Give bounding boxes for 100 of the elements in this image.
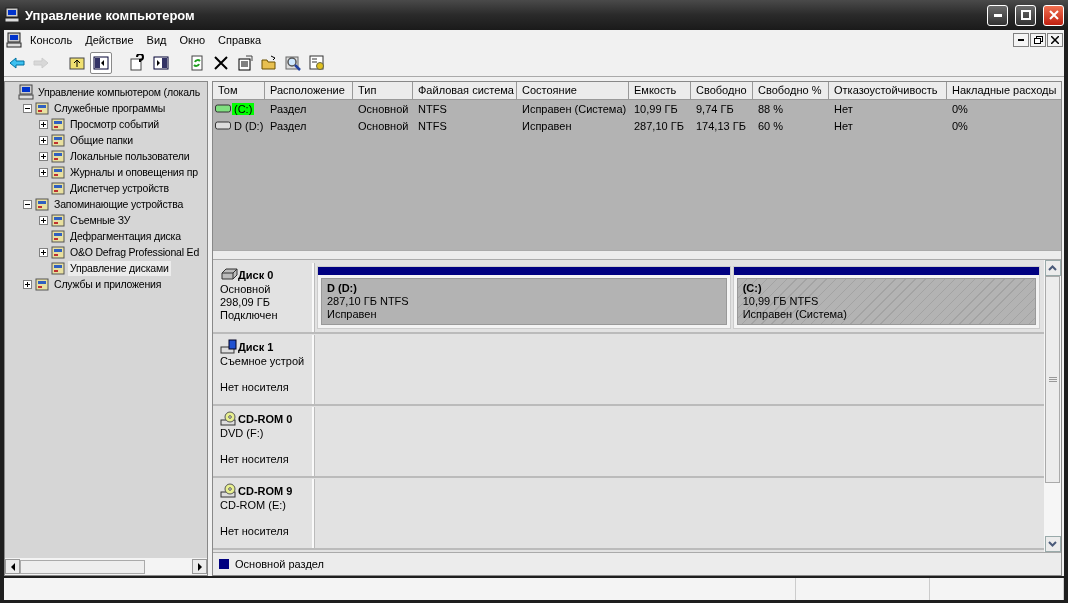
disk-status: Нет носителя [220, 525, 290, 538]
column-header[interactable]: Файловая система [413, 82, 517, 99]
minimize-icon [1018, 39, 1024, 41]
node-icon [34, 196, 50, 212]
column-header[interactable]: Том [213, 82, 265, 99]
cd-drive-icon [220, 411, 238, 427]
tree-pane-icon[interactable] [90, 52, 112, 74]
table-cell: Нет [834, 119, 853, 132]
disk-name: Диск 1 [238, 341, 274, 353]
expand-icon[interactable] [39, 135, 48, 145]
disk-name: Диск 0 [238, 269, 274, 281]
table-cell: NTFS [418, 119, 447, 132]
table-cell: Основной [358, 102, 409, 115]
expand-icon[interactable] [23, 279, 32, 289]
expand-icon[interactable] [39, 167, 48, 177]
collapse-icon[interactable] [23, 103, 32, 113]
node-icon [50, 164, 66, 180]
tree-item[interactable]: Службы и приложения [52, 276, 164, 292]
node-icon [34, 100, 50, 116]
menu-item[interactable]: Окно [175, 34, 215, 46]
column-header[interactable]: Тип [353, 82, 413, 99]
menu-item[interactable]: Вид [142, 34, 176, 46]
computer-icon [4, 7, 20, 23]
expand-icon[interactable] [39, 215, 48, 225]
maximize-icon [1020, 10, 1031, 20]
tree-item[interactable]: Управление дисками [68, 260, 171, 276]
node-icon [50, 132, 66, 148]
node-icon [50, 148, 66, 164]
close-button[interactable] [1047, 33, 1063, 47]
tree-item[interactable]: Локальные пользователи [68, 148, 192, 164]
table-cell: 9,74 ГБ [696, 102, 734, 115]
column-header[interactable]: Накладные расходы [947, 82, 1061, 99]
table-cell: Раздел [270, 119, 307, 132]
node-icon [34, 276, 50, 292]
column-header[interactable]: Свободно [691, 82, 753, 99]
vertical-scrollbar[interactable] [1044, 260, 1061, 552]
menu-item[interactable]: Действие [81, 34, 143, 46]
menu-item[interactable]: Консоль [26, 34, 82, 46]
tree-item[interactable]: Служебные программы [52, 100, 167, 116]
partition-block[interactable]: (C:) 10,99 ГБ NTFS Исправен (Система) [732, 266, 1040, 329]
column-header[interactable]: Отказоустойчивость [829, 82, 947, 99]
tree-item[interactable]: Дефрагментация диска [68, 228, 183, 244]
table-cell: Основной [358, 119, 409, 132]
partition-size: 287,10 ГБ NTFS [327, 295, 410, 308]
table-cell: Раздел [270, 102, 307, 115]
column-header[interactable]: Свободно % [753, 82, 829, 99]
close-icon [1051, 36, 1059, 44]
tree-item[interactable]: Запоминающие устройства [52, 196, 186, 212]
node-icon [50, 260, 66, 276]
expand-icon[interactable] [39, 247, 48, 257]
right-arrow-icon [197, 562, 202, 571]
volume-name[interactable]: D (D:) [232, 119, 266, 132]
legend-label: Основной раздел [235, 558, 324, 570]
tree-item[interactable]: Управление компьютером (локаль [36, 84, 203, 100]
expand-icon[interactable] [39, 119, 48, 129]
horizontal-scrollbar[interactable] [5, 558, 207, 575]
partition-status: Исправен (Система) [742, 308, 848, 321]
minimize-icon [993, 13, 1002, 17]
partition-size: 10,99 ГБ NTFS [742, 295, 820, 308]
restore-button[interactable] [1030, 33, 1046, 47]
column-header[interactable]: Расположение [265, 82, 353, 99]
partition-name: (C:) [742, 282, 763, 295]
column-header[interactable]: Емкость [629, 82, 691, 99]
close-icon [1048, 10, 1059, 20]
collapse-icon[interactable] [23, 199, 32, 209]
table-cell: 174,13 ГБ [696, 119, 746, 132]
minimize-button[interactable] [1013, 33, 1029, 47]
partition-name: D (D:) [327, 282, 358, 295]
partition-block[interactable]: D (D:) 287,10 ГБ NTFS Исправен [317, 266, 731, 329]
expand-icon[interactable] [39, 151, 48, 161]
removable-disk-icon [220, 339, 238, 355]
maximize-button[interactable] [1015, 4, 1036, 26]
table-cell: 88 % [758, 102, 784, 115]
menu-item[interactable]: Справка [214, 34, 271, 46]
computer-icon [6, 32, 22, 48]
table-cell: Нет [834, 102, 853, 115]
node-icon [50, 180, 66, 196]
column-header[interactable]: Состояние [517, 82, 629, 99]
partition-status: Исправен [327, 308, 378, 321]
hard-disk-icon [220, 267, 238, 283]
tree-item[interactable]: Общие папки [68, 132, 135, 148]
tree-item[interactable]: Журналы и оповещения пр [68, 164, 200, 180]
disk-name: CD-ROM 9 [238, 485, 293, 497]
disk-status: Нет носителя [220, 381, 290, 394]
disk-detail: 298,09 ГБ [220, 296, 271, 309]
left-arrow-icon [10, 562, 15, 571]
table-cell: 0% [952, 102, 968, 115]
tree-item[interactable]: Диспетчер устройств [68, 180, 171, 196]
volume-name[interactable]: (C:) [232, 102, 255, 115]
node-icon [50, 212, 66, 228]
tree-item[interactable]: Съемные ЗУ [68, 212, 133, 228]
drive-icon [215, 121, 231, 130]
tree-item[interactable]: O&O Defrag Professional Ed [68, 244, 202, 260]
drive-icon [215, 104, 231, 113]
node-icon [50, 244, 66, 260]
disk-name: CD-ROM 0 [238, 413, 293, 425]
tree-item[interactable]: Просмотр событий [68, 116, 161, 132]
window-title: Управление компьютером [25, 7, 195, 23]
disk-detail: Съемное устрой [220, 355, 306, 368]
grip-icon [1048, 377, 1057, 382]
